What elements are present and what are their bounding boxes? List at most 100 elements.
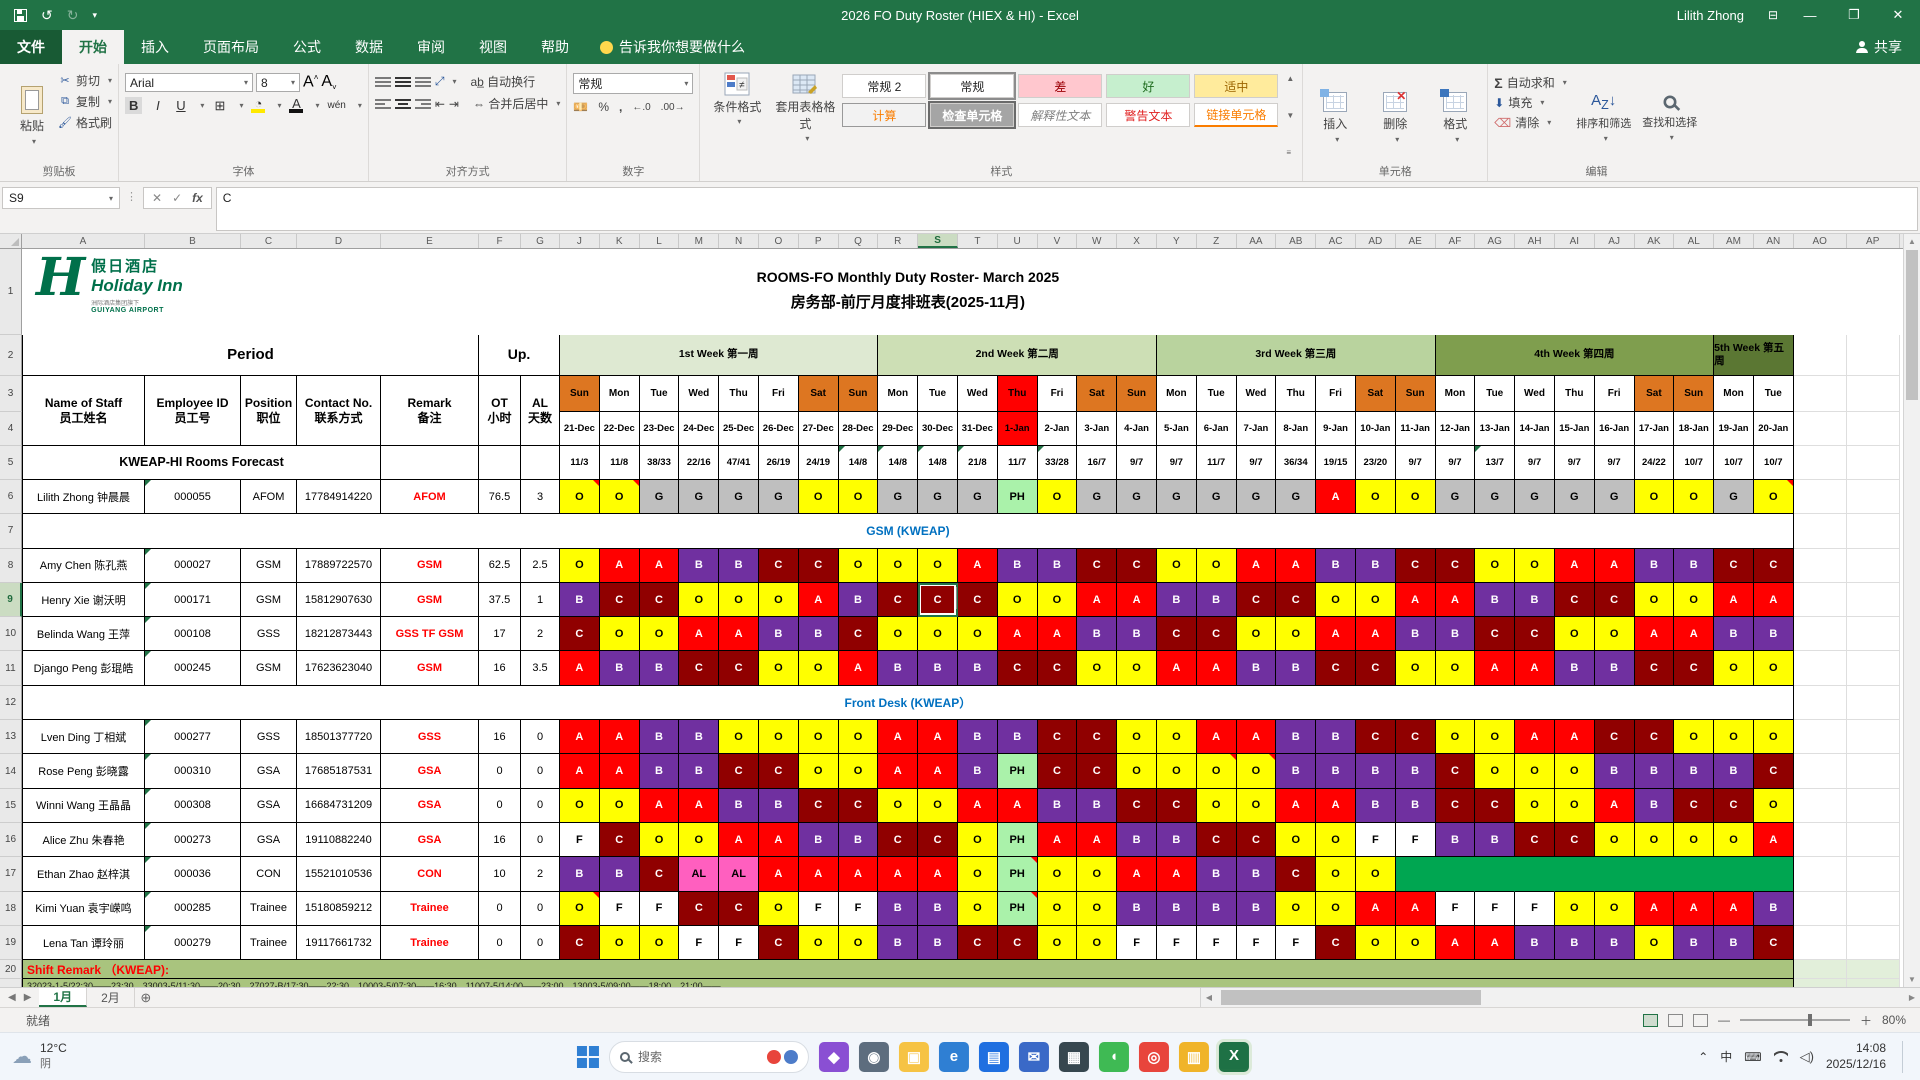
shift-cell[interactable] bbox=[1554, 857, 1595, 892]
shift-cell[interactable]: O bbox=[1037, 480, 1078, 515]
shift-cell[interactable]: O bbox=[1594, 822, 1635, 858]
empty-cell[interactable] bbox=[1793, 480, 1847, 515]
minimize-icon[interactable]: — bbox=[1788, 0, 1832, 30]
staff-remark[interactable]: GSM bbox=[381, 548, 479, 583]
staff-ot[interactable]: 16 bbox=[479, 651, 521, 686]
column-header-AH[interactable]: AH bbox=[1515, 234, 1555, 248]
shift-cell[interactable]: C bbox=[1316, 925, 1356, 961]
staff-remark[interactable]: GSA bbox=[381, 788, 479, 823]
shift-cell[interactable]: A bbox=[1634, 617, 1675, 652]
staff-position[interactable]: GSM bbox=[241, 582, 297, 618]
shift-cell[interactable]: B bbox=[1435, 617, 1476, 652]
empty-cell[interactable] bbox=[1793, 720, 1847, 755]
select-all-corner[interactable] bbox=[0, 234, 22, 248]
shift-cell[interactable]: A bbox=[1117, 582, 1157, 618]
staff-contact[interactable]: 17685187531 bbox=[297, 754, 381, 789]
empty-cell[interactable] bbox=[1793, 582, 1847, 618]
shift-cell[interactable]: O bbox=[1355, 582, 1396, 618]
shift-cell[interactable]: C bbox=[798, 788, 839, 823]
shift-cell[interactable]: A bbox=[1316, 788, 1356, 823]
weather-widget[interactable]: ☁ 12°C 阴 bbox=[0, 1041, 67, 1072]
sort-filter-button[interactable]: AZ↓ 排序和筛选 ▾ bbox=[1575, 72, 1633, 163]
date-cell-20-Jan[interactable]: 20-Jan bbox=[1753, 412, 1794, 446]
ribbon-tab-文件[interactable]: 文件 bbox=[0, 30, 62, 64]
shift-cell[interactable]: A bbox=[1435, 582, 1476, 618]
shift-cell[interactable]: O bbox=[758, 582, 799, 618]
column-header-R[interactable]: R bbox=[878, 234, 919, 248]
shift-cell[interactable]: O bbox=[1554, 754, 1595, 789]
staff-name[interactable]: Belinda Wang 王萍 bbox=[22, 617, 145, 652]
shift-cell[interactable]: A bbox=[719, 822, 759, 858]
shift-cell[interactable]: F bbox=[1156, 925, 1197, 961]
column-header-AE[interactable]: AE bbox=[1396, 234, 1436, 248]
staff-id[interactable]: 000036 bbox=[145, 857, 241, 892]
forecast-cell-23-Dec[interactable]: 38/33 bbox=[639, 446, 680, 480]
forecast-cell-3-Jan[interactable]: 16/7 bbox=[1077, 446, 1118, 480]
dow-cell-25-Dec[interactable]: Thu bbox=[719, 376, 759, 412]
shift-cell[interactable]: B bbox=[1395, 788, 1436, 823]
forecast-cell-27-Dec[interactable]: 24/19 bbox=[798, 446, 839, 480]
signed-in-user[interactable]: Lilith Zhong bbox=[1677, 8, 1744, 23]
shift-cell[interactable] bbox=[1594, 857, 1635, 892]
column-header-K[interactable]: K bbox=[600, 234, 640, 248]
staff-al[interactable]: 2 bbox=[521, 617, 560, 652]
shift-cell[interactable]: B bbox=[679, 548, 720, 583]
cancel-icon[interactable]: ✕ bbox=[152, 191, 162, 205]
shift-cell[interactable]: F bbox=[1395, 822, 1436, 858]
date-cell-13-Jan[interactable]: 13-Jan bbox=[1475, 412, 1516, 446]
row-header-13[interactable]: 13 bbox=[0, 720, 22, 755]
shift-cell[interactable]: A bbox=[1196, 651, 1237, 686]
dow-cell-23-Dec[interactable]: Tue bbox=[639, 376, 680, 412]
shift-cell[interactable]: C bbox=[560, 617, 600, 652]
cells-插入-button[interactable]: 插入 ▾ bbox=[1309, 72, 1361, 163]
clock[interactable]: 14:08 2025/12/16 bbox=[1826, 1041, 1886, 1072]
shift-cell[interactable]: A bbox=[1395, 891, 1436, 926]
shift-cell[interactable]: O bbox=[1395, 480, 1436, 515]
column-header-W[interactable]: W bbox=[1077, 234, 1118, 248]
shift-cell[interactable]: B bbox=[838, 582, 879, 618]
shift-cell[interactable]: C bbox=[957, 925, 998, 961]
empty-cell[interactable] bbox=[1846, 376, 1900, 412]
shift-cell[interactable]: O bbox=[1316, 822, 1356, 858]
shift-cell[interactable]: B bbox=[639, 720, 680, 755]
autosum-button[interactable]: Σ 自动求和 ▾ bbox=[1494, 74, 1566, 91]
shift-cell[interactable]: B bbox=[1634, 788, 1675, 823]
shift-cell[interactable]: A bbox=[1156, 651, 1197, 686]
show-desktop-button[interactable] bbox=[1902, 1040, 1906, 1073]
cell-style-适中[interactable]: 适中 bbox=[1194, 74, 1279, 98]
staff-remark[interactable]: CON bbox=[381, 857, 479, 892]
dow-cell-4-Jan[interactable]: Sun bbox=[1117, 376, 1157, 412]
shift-cell[interactable] bbox=[1714, 857, 1754, 892]
shift-cell[interactable]: AL bbox=[679, 857, 720, 892]
row-header-14[interactable]: 14 bbox=[0, 754, 22, 789]
shift-cell[interactable]: B bbox=[639, 651, 680, 686]
shift-cell[interactable]: A bbox=[1594, 788, 1635, 823]
forecast-cell-29-Dec[interactable]: 14/8 bbox=[878, 446, 919, 480]
shift-cell[interactable]: O bbox=[957, 822, 998, 858]
staff-name[interactable]: Lilith Zhong 钟晨晨 bbox=[22, 480, 145, 515]
shift-cell[interactable]: O bbox=[918, 617, 958, 652]
shift-cell[interactable]: A bbox=[1117, 857, 1157, 892]
number-format-select[interactable]: 常规 ▾ bbox=[573, 73, 694, 94]
cell-style-检查单元格[interactable]: 检查单元格 bbox=[928, 101, 1017, 129]
shift-cell[interactable]: B bbox=[1276, 754, 1317, 789]
staff-al[interactable]: 2 bbox=[521, 857, 560, 892]
date-cell-6-Jan[interactable]: 6-Jan bbox=[1196, 412, 1237, 446]
row-header-7[interactable]: 7 bbox=[0, 514, 22, 549]
dow-cell-10-Jan[interactable]: Sat bbox=[1355, 376, 1396, 412]
shift-cell[interactable]: O bbox=[560, 788, 600, 823]
shift-cell[interactable]: O bbox=[1594, 891, 1635, 926]
shift-cell[interactable]: O bbox=[1156, 754, 1197, 789]
shift-cell[interactable]: O bbox=[639, 925, 680, 961]
shift-cell[interactable]: C bbox=[1674, 651, 1715, 686]
shift-cell[interactable]: A bbox=[1236, 548, 1277, 583]
staff-contact[interactable]: 15521010536 bbox=[297, 857, 381, 892]
staff-contact[interactable]: 19110882240 bbox=[297, 822, 381, 858]
row-header-5[interactable]: 5 bbox=[0, 446, 22, 480]
shift-cell[interactable]: C bbox=[1236, 582, 1277, 618]
staff-name[interactable]: Alice Zhu 朱春艳 bbox=[22, 822, 145, 858]
shift-cell[interactable]: G bbox=[679, 480, 720, 515]
shift-cell[interactable]: O bbox=[1037, 582, 1078, 618]
gallery-scroll[interactable]: ▲ ▼ ≡ bbox=[1284, 68, 1296, 163]
shift-cell[interactable]: B bbox=[1196, 891, 1237, 926]
